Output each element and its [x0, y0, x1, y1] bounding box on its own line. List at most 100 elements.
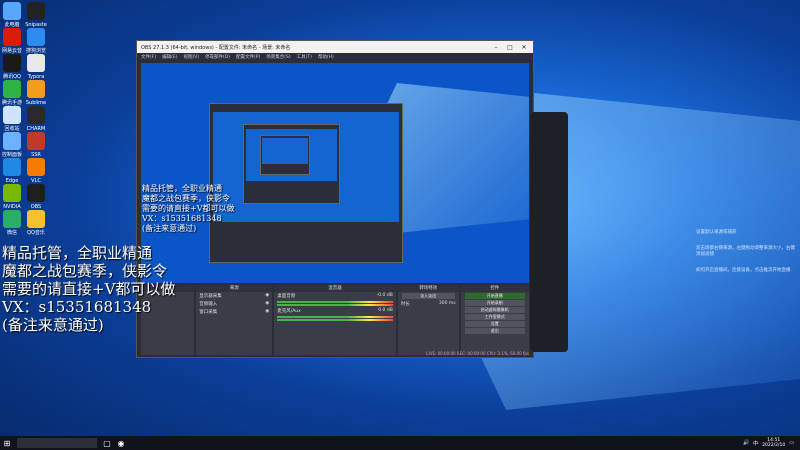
- desktop-icon[interactable]: 微信: [1, 210, 23, 236]
- desktop-icon[interactable]: Typora: [25, 54, 47, 80]
- desktop-icon[interactable]: 腾讯QQ: [1, 54, 23, 80]
- desktop-icon[interactable]: 此电脑: [1, 2, 23, 28]
- menu-tools[interactable]: 工具(T): [297, 54, 312, 60]
- speaker-icon[interactable]: 🔊: [743, 440, 749, 446]
- app-icon: [3, 80, 21, 98]
- obs-preview-canvas[interactable]: [141, 63, 529, 283]
- right-notes: 设置默认来源或捕获 双击场景右侧来源，左键拖动调整来源大小，右键添加滤镜 如何开…: [696, 230, 796, 284]
- transitions-dock-header: 转场特效: [397, 285, 459, 292]
- controls-dock-header: 控件: [460, 285, 529, 292]
- duration-label: 时长: [400, 302, 410, 307]
- obs-taskbar-icon[interactable]: ◉: [114, 436, 128, 450]
- start-streaming-button[interactable]: 开始直播: [464, 293, 525, 299]
- app-icon: [27, 2, 45, 20]
- app-icon: [3, 132, 21, 150]
- app-icon: [27, 158, 45, 176]
- desktop-icon[interactable]: OBS: [25, 184, 47, 210]
- notification-icon[interactable]: ▭: [789, 440, 794, 446]
- transition-duration[interactable]: 时长 300 ms: [398, 300, 459, 308]
- mixer-channel-db: -0.0 dB: [376, 293, 393, 298]
- app-icon: [3, 184, 21, 202]
- duration-value: 300 ms: [438, 301, 456, 306]
- source-label: 音频输入: [199, 302, 218, 307]
- maximize-icon[interactable]: □: [505, 44, 515, 51]
- eye-icon[interactable]: ◉: [265, 293, 269, 299]
- app-icon: [3, 54, 21, 72]
- menu-docks[interactable]: 停靠部件(D): [205, 54, 230, 60]
- clock-date: 2022/2/10: [762, 443, 786, 448]
- desktop-icon[interactable]: VLC: [25, 158, 47, 184]
- app-icon: [27, 54, 45, 72]
- eye-icon[interactable]: ◉: [265, 301, 269, 307]
- volume-slider[interactable]: [277, 304, 393, 306]
- desktop-icon-label: QQ音乐: [27, 230, 45, 236]
- watermark-text-large: 精品托管，全职业精通 魔都之战包赛季，侠影令 需要的请直接+V都可以做 VX：s…: [2, 244, 176, 334]
- volume-meter: [277, 301, 393, 303]
- app-icon: [27, 80, 45, 98]
- settings-button[interactable]: 设置: [464, 321, 525, 327]
- menu-scene-collection[interactable]: 场景集合(S): [266, 54, 290, 60]
- desktop-icon[interactable]: 回收站: [1, 106, 23, 132]
- menu-edit[interactable]: 编辑(E): [162, 54, 177, 60]
- desktop-icon[interactable]: Sublime: [25, 80, 47, 106]
- clock[interactable]: 14:51 2022/2/10: [762, 438, 785, 448]
- virtual-camera-button[interactable]: 启动虚拟摄像机: [464, 307, 525, 313]
- menu-file[interactable]: 文件(F): [141, 54, 156, 60]
- mixer-channel: 麦克风/Aux 0.0 dB: [274, 307, 396, 315]
- controls-dock[interactable]: 控件 开始直播 开始录制 启动虚拟摄像机 工作室模式 设置 退出: [460, 285, 529, 355]
- mixer-channel: 桌面音频 -0.0 dB: [274, 292, 396, 300]
- mixer-channel-name: 麦克风/Aux: [277, 309, 301, 314]
- exit-button[interactable]: 退出: [464, 328, 525, 334]
- app-icon: [3, 158, 21, 176]
- app-icon: [3, 2, 21, 20]
- note-text: 如何开启直播间，连接设备，点击推流开始直播: [696, 268, 791, 273]
- side-app-panel[interactable]: [530, 112, 568, 352]
- transitions-dock[interactable]: 转场特效 淡入淡出 时长 300 ms: [397, 285, 459, 355]
- close-icon[interactable]: ✕: [519, 44, 529, 51]
- volume-meter: [277, 316, 393, 318]
- app-icon: [27, 184, 45, 202]
- sources-dock-header: 来源: [196, 285, 273, 292]
- obs-statusbar: LIVE: 00:00:00 REC: 00:00:00 CPU: 3.1%, …: [426, 351, 529, 356]
- start-recording-button[interactable]: 开始录制: [464, 300, 525, 306]
- source-item[interactable]: 窗口采集 ◉: [196, 308, 272, 316]
- source-item[interactable]: 显示器采集 ◉: [196, 292, 272, 300]
- language-indicator[interactable]: 中: [753, 440, 758, 447]
- menu-view[interactable]: 视图(V): [183, 54, 199, 60]
- desktop-icon[interactable]: Snipaste: [25, 2, 47, 28]
- task-view-icon[interactable]: ▢: [100, 436, 114, 450]
- minimize-icon[interactable]: –: [491, 44, 501, 51]
- app-icon: [3, 106, 21, 124]
- app-icon: [27, 132, 45, 150]
- source-item[interactable]: 音频输入 ◉: [196, 300, 272, 308]
- desktop-icon[interactable]: 控制面板: [1, 132, 23, 158]
- studio-mode-button[interactable]: 工作室模式: [464, 314, 525, 320]
- desktop-icon[interactable]: QQ音乐: [25, 210, 47, 236]
- source-label: 窗口采集: [199, 310, 218, 315]
- obs-menubar: 文件(F) 编辑(E) 视图(V) 停靠部件(D) 配置文件(P) 场景集合(S…: [137, 53, 533, 61]
- sources-dock[interactable]: 来源 显示器采集 ◉ 音频输入 ◉ 窗口采集 ◉: [196, 285, 273, 355]
- note-text: 双击场景右侧来源，左键拖动调整来源大小，右键添加滤镜: [696, 246, 795, 257]
- taskbar: ⊞ ▢ ◉ 🔊 中 14:51 2022/2/10 ▭: [0, 436, 800, 450]
- search-box[interactable]: [17, 438, 97, 448]
- app-icon: [27, 106, 45, 124]
- mixer-dock[interactable]: 混音器 桌面音频 -0.0 dB 麦克风/Aux 0.0 dB: [274, 285, 396, 355]
- menu-profile[interactable]: 配置文件(P): [236, 54, 260, 60]
- source-label: 显示器采集: [199, 294, 222, 299]
- nested-obs-window-1: [209, 103, 403, 263]
- desktop-icon[interactable]: Edge: [1, 158, 23, 184]
- eye-icon[interactable]: ◉: [265, 309, 269, 315]
- obs-titlebar[interactable]: OBS 27.1.3 (64-bit, windows) - 配置文件: 未命名…: [137, 41, 533, 53]
- desktop-icon[interactable]: CHARM: [25, 106, 47, 132]
- windows-start-icon[interactable]: ⊞: [0, 436, 14, 450]
- transition-select[interactable]: 淡入淡出: [401, 293, 455, 299]
- desktop-icon[interactable]: SSR: [25, 132, 47, 158]
- watermark-text-small: 精品托管，全职业精通 魔都之战包赛季，侠影令 需要的请直接+V都可以做 VX：s…: [142, 184, 235, 233]
- desktop-icon-label: 微信: [6, 230, 17, 236]
- menu-help[interactable]: 帮助(H): [318, 54, 334, 60]
- obs-docks: 场景 来源 显示器采集 ◉ 音频输入 ◉ 窗口采集 ◉ 混音器 桌面音频 -0.0 dB…: [141, 285, 529, 355]
- app-icon: [27, 28, 45, 46]
- volume-slider[interactable]: [277, 319, 393, 321]
- desktop-icon[interactable]: NVIDIA: [1, 184, 23, 210]
- app-icon: [3, 210, 21, 228]
